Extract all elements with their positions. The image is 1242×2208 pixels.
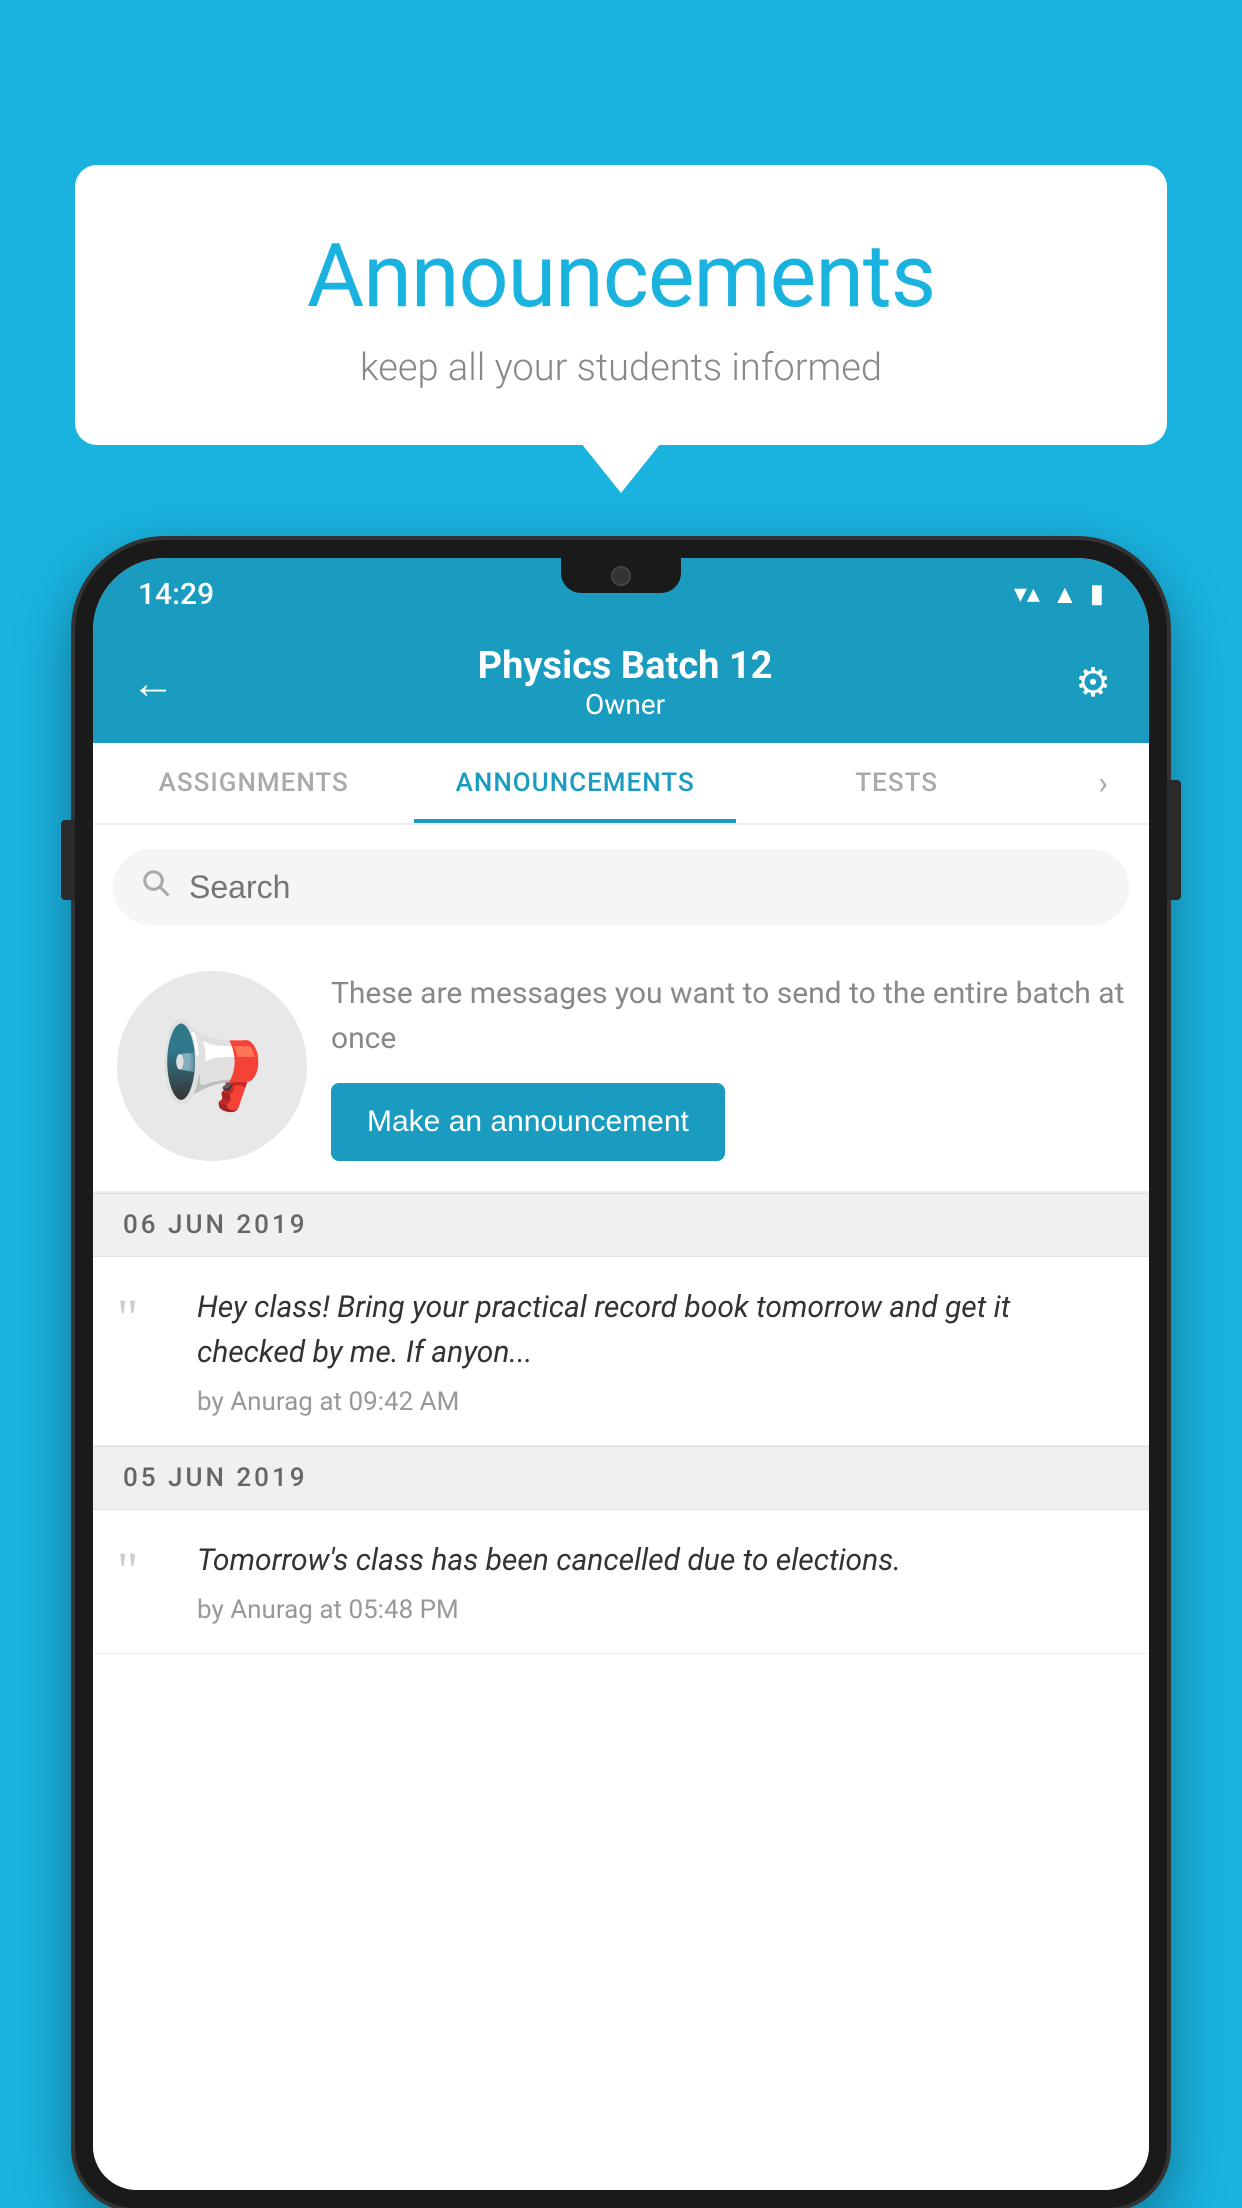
phone-notch xyxy=(561,558,681,593)
quote-icon-2: " xyxy=(117,1546,177,1625)
date-separator-2: 05 JUN 2019 xyxy=(93,1446,1149,1510)
tab-assignments[interactable]: ASSIGNMENTS xyxy=(93,743,414,823)
tab-announcements[interactable]: ANNOUNCEMENTS xyxy=(414,743,735,823)
search-icon xyxy=(141,867,171,907)
announcement-text-1: Hey class! Bring your practical record b… xyxy=(197,1285,1125,1375)
settings-button[interactable]: ⚙ xyxy=(1067,651,1119,714)
announcement-body-2: Tomorrow's class has been cancelled due … xyxy=(197,1538,1125,1625)
megaphone-icon: 📢 xyxy=(159,1016,265,1116)
batch-title: Physics Batch 12 xyxy=(183,644,1067,688)
speech-bubble-title: Announcements xyxy=(125,225,1117,328)
announcement-meta-1: by Anurag at 09:42 AM xyxy=(197,1387,1125,1417)
notch-camera xyxy=(611,566,631,586)
tab-tests[interactable]: TESTS xyxy=(736,743,1057,823)
back-button[interactable]: ← xyxy=(123,649,183,717)
search-bar[interactable] xyxy=(113,849,1129,925)
announcement-item-2[interactable]: " Tomorrow's class has been cancelled du… xyxy=(93,1510,1149,1654)
announcement-body-1: Hey class! Bring your practical record b… xyxy=(197,1285,1125,1417)
tabs: ASSIGNMENTS ANNOUNCEMENTS TESTS › xyxy=(93,743,1149,825)
promo-description: These are messages you want to send to t… xyxy=(331,971,1125,1061)
app-bar-title-group: Physics Batch 12 Owner xyxy=(183,644,1067,721)
wifi-icon: ▾▴ xyxy=(1014,579,1040,609)
battery-icon: ▮ xyxy=(1090,579,1104,609)
date-separator-1: 06 JUN 2019 xyxy=(93,1193,1149,1257)
announcement-item-1[interactable]: " Hey class! Bring your practical record… xyxy=(93,1257,1149,1446)
speech-bubble: Announcements keep all your students inf… xyxy=(75,165,1167,445)
promo-content: These are messages you want to send to t… xyxy=(331,971,1125,1161)
content-area: 📢 These are messages you want to send to… xyxy=(93,825,1149,2190)
speech-bubble-subtitle: keep all your students informed xyxy=(125,346,1117,390)
batch-role: Owner xyxy=(183,688,1067,721)
tab-more[interactable]: › xyxy=(1057,743,1149,823)
phone-frame: 14:29 ▾▴ ▲ ▮ ← Physics Batch 12 Owner ⚙ … xyxy=(75,540,1167,2208)
signal-icon: ▲ xyxy=(1052,579,1078,610)
announcement-promo: 📢 These are messages you want to send to… xyxy=(93,941,1149,1193)
status-icons: ▾▴ ▲ ▮ xyxy=(1014,579,1104,610)
announcement-meta-2: by Anurag at 05:48 PM xyxy=(197,1595,1125,1625)
announcement-text-2: Tomorrow's class has been cancelled due … xyxy=(197,1538,1125,1583)
app-bar: ← Physics Batch 12 Owner ⚙ xyxy=(93,622,1149,743)
make-announcement-button[interactable]: Make an announcement xyxy=(331,1083,725,1161)
phone-screen: 14:29 ▾▴ ▲ ▮ ← Physics Batch 12 Owner ⚙ … xyxy=(93,558,1149,2190)
megaphone-icon-container: 📢 xyxy=(117,971,307,1161)
search-input[interactable] xyxy=(189,869,1101,906)
status-time: 14:29 xyxy=(138,577,214,612)
quote-icon-1: " xyxy=(117,1293,177,1417)
